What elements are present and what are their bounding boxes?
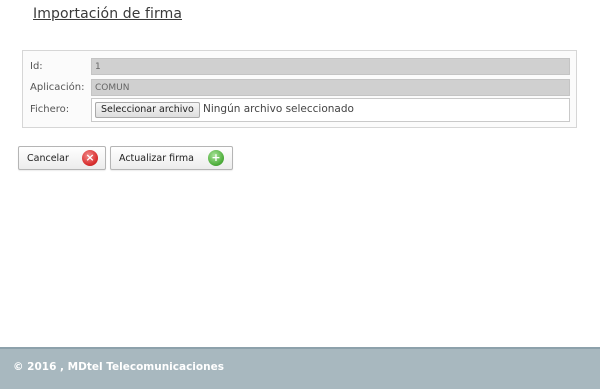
plus-icon: + <box>208 150 224 166</box>
cancel-button-label: Cancelar <box>27 153 69 164</box>
signature-import-form: Id: 1 Aplicación: COMUN Fichero: Selecci… <box>22 50 577 128</box>
fichero-label: Fichero: <box>30 104 70 115</box>
id-field: 1 <box>91 58 570 75</box>
aplicacion-label: Aplicación: <box>30 82 85 93</box>
update-signature-button[interactable]: Actualizar firma + <box>110 146 233 170</box>
id-label: Id: <box>30 61 43 72</box>
page-title: Importación de firma <box>33 6 183 22</box>
select-file-button[interactable]: Seleccionar archivo <box>95 102 200 118</box>
aplicacion-field: COMUN <box>91 79 570 96</box>
close-icon: × <box>82 150 98 166</box>
cancel-button[interactable]: Cancelar × <box>18 146 106 170</box>
footer: © 2016 , MDtel Telecomunicaciones <box>0 347 600 389</box>
update-signature-label: Actualizar firma <box>119 153 194 164</box>
id-row: Id: 1 <box>23 58 576 78</box>
aplicacion-row: Aplicación: COMUN <box>23 79 576 99</box>
file-input[interactable]: Seleccionar archivo Ningún archivo selec… <box>91 98 570 122</box>
fichero-row: Fichero: Seleccionar archivo Ningún arch… <box>23 98 576 122</box>
copyright-text: © 2016 , MDtel Telecomunicaciones <box>13 361 224 373</box>
file-status-text: Ningún archivo seleccionado <box>203 103 354 115</box>
